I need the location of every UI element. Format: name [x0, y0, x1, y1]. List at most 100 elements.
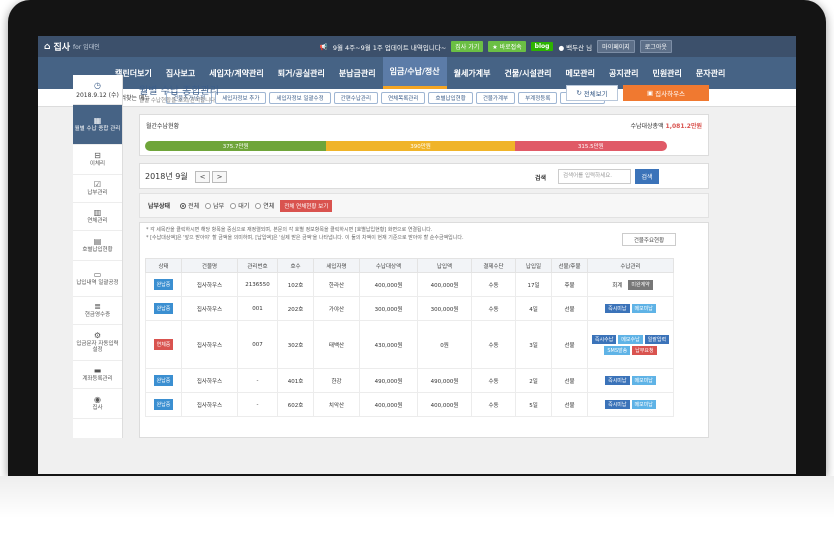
overdue-status-button[interactable]: 전체 연체현황 보기: [280, 199, 333, 212]
row-action-button[interactable]: SMS발송: [604, 345, 631, 355]
side-menu-item[interactable]: ◉ 집사: [73, 389, 122, 419]
status-badge: 완납중: [153, 303, 174, 314]
column-header[interactable]: 선불/후불: [551, 258, 588, 273]
mypage-button[interactable]: 마이페이지: [597, 40, 635, 53]
side-menu-item[interactable]: ▥ 연체관리: [73, 203, 122, 231]
cell-paid: 300,000원: [417, 296, 472, 321]
row-action-button[interactable]: 메모미납: [631, 400, 656, 409]
cell-room: 302호: [277, 320, 314, 369]
column-header[interactable]: 결제수단: [471, 258, 516, 273]
side-menu-item[interactable]: ☑ 납부관리: [73, 175, 122, 203]
clock-icon: ◷: [94, 80, 101, 90]
table-row[interactable]: 완납중 집사하우스 -602호 치악산 400,000원 400,000원 수동 5일 선불 즉시…: [145, 392, 674, 417]
row-action-button[interactable]: 회계: [608, 280, 626, 290]
row-action-button[interactable]: 메모미납: [631, 304, 656, 313]
row-action-button[interactable]: 납부요청: [632, 345, 657, 355]
side-menu-item[interactable]: ▦ 월별 수납 종합 관리: [73, 105, 122, 145]
favorite-link-button[interactable]: ★ 바로접속: [488, 41, 526, 52]
cell-tenant: 가야산: [313, 296, 360, 321]
side-date: ◷ 2018.9.12 (수): [73, 75, 122, 105]
summary-total-label: 수납대상총액: [630, 123, 664, 130]
update-notice[interactable]: 9월 4주~9월 1주 업데이트 내역입니다~: [333, 42, 446, 52]
filter-label: 납부상태: [148, 203, 171, 210]
side-menu-item[interactable]: ⊟ 이체리: [73, 145, 122, 175]
period-panel: 2018년 9월 < > 검색 검색어를 입력하세요. 검색: [139, 163, 709, 189]
column-header[interactable]: 납입액: [417, 258, 472, 273]
cell-tenant: 한라산: [313, 272, 360, 297]
next-month-button[interactable]: >: [212, 171, 227, 183]
row-action-button[interactable]: 메모미납: [631, 376, 656, 385]
bar-chart-icon: ▤: [93, 237, 102, 247]
row-action-button[interactable]: 즉시미납: [605, 376, 630, 385]
top-bar: ⌂ 집사 for 임대인 📢 9월 4주~9월 1주 업데이트 내역입니다~ 집…: [38, 36, 796, 57]
column-header[interactable]: 상태: [145, 258, 182, 273]
main-content: 월별 수납 종합관리 월별 수납현황을 조회/관리합니다 ↻ 전체보기 ▣ 집사…: [131, 80, 750, 438]
today-date: 2018.9.12 (수): [76, 91, 119, 99]
house-select-button[interactable]: ▣ 집사하우스: [623, 85, 709, 101]
logout-button[interactable]: 로그아웃: [639, 40, 672, 53]
radio-label: 연체: [263, 203, 275, 210]
house-select-label: 집사하우스: [655, 90, 686, 98]
side-menu-label: 연체관리: [87, 218, 108, 224]
column-header[interactable]: 관리번호: [237, 258, 278, 273]
summary-total: 수납대상총액 1,081.2만원: [630, 121, 702, 130]
actions-group: 즉시수납 메모수납 일괄입력 SMS발송 납부요청: [588, 334, 673, 355]
notes: * 각 세목칸을 클릭하시면 해당 항목을 중심으로 재정렬되며, 본문의 각 …: [146, 227, 586, 242]
radio-dot-icon: [180, 202, 187, 209]
status-radio[interactable]: 대기: [230, 201, 249, 210]
row-action-button[interactable]: 미완계약: [628, 279, 653, 290]
row-action-button[interactable]: 즉시수납: [591, 334, 617, 344]
app-logo[interactable]: ⌂ 집사 for 임대인: [44, 40, 100, 54]
cell-target: 400,000원: [359, 392, 418, 417]
side-menu-label: 입금문자 자동입력 설정: [76, 340, 119, 354]
side-menu-label: 월별 수납 종합 관리: [74, 126, 121, 132]
title-row: 월별 수납 종합관리 월별 수납현황을 조회/관리합니다 ↻ 전체보기 ▣ 집사…: [131, 80, 750, 110]
row-action-button[interactable]: 즉시미납: [605, 304, 630, 313]
column-header[interactable]: 수납관리: [587, 258, 674, 273]
side-menu-item[interactable]: ⚙ 입금문자 자동입력 설정: [73, 325, 122, 361]
status-badge: 연체중: [153, 339, 174, 350]
search-input[interactable]: 검색어를 입력하세요.: [558, 169, 631, 184]
row-action-button[interactable]: 즉시미납: [605, 400, 630, 409]
side-menu-item[interactable]: ▤ 호별납입현황: [73, 231, 122, 261]
cell-building: 집사하우스: [181, 272, 238, 297]
prev-month-button[interactable]: <: [195, 171, 210, 183]
cell-mgmt-no: -: [237, 392, 278, 417]
side-menu-item[interactable]: ≣ 현금영수증: [73, 297, 122, 325]
actions-cell: 즉시수납 메모수납 일괄입력 SMS발송 납부요청: [587, 320, 674, 369]
cell-target: 300,000원: [359, 296, 418, 321]
logo-for: for 임대인: [73, 44, 100, 51]
building-status-button[interactable]: 건물주요현황: [622, 233, 676, 246]
column-header[interactable]: 건물명: [181, 258, 238, 273]
status-radio[interactable]: 납부: [205, 201, 224, 210]
column-header[interactable]: 수납대상액: [359, 258, 418, 273]
card-icon: ▬: [93, 366, 102, 376]
table-row[interactable]: 완납중 집사하우스 001 202호 가야산 300,000원 300,000원 수동 4일 선불…: [145, 296, 674, 321]
column-header[interactable]: 납입일: [515, 258, 552, 273]
radio-label: 전체: [188, 203, 200, 210]
status-radio[interactable]: 연체: [255, 201, 274, 210]
cell-mgmt-no: -: [237, 368, 278, 393]
chart-icon: ▥: [93, 208, 102, 218]
view-all-button[interactable]: ↻ 전체보기: [566, 85, 618, 101]
status-radio[interactable]: 전체: [180, 201, 199, 210]
search-button[interactable]: 검색: [635, 169, 659, 184]
side-menu-item[interactable]: ▭ 납입내역 일괄공정: [73, 261, 122, 297]
status-cell: 완납중: [145, 368, 182, 393]
column-header[interactable]: 세입자명: [313, 258, 360, 273]
row-action-button[interactable]: 메모수납: [618, 334, 643, 344]
guide-button[interactable]: 집사 가기: [451, 41, 484, 52]
table-row[interactable]: 완납중 집사하우스 2136550 102호 한라산 400,000원 400,000원 수동…: [145, 272, 674, 297]
side-menu-item[interactable]: ▬ 계좌등록관리: [73, 361, 122, 389]
table-row[interactable]: 연체중 집사하우스 007 302호 태백산 430,000원 0원 수동 3일 선불 즉시수납 메모…: [145, 320, 674, 369]
table-header: 상태 건물명 관리번호 호수 세입자명 수납대상액 납입액 결제수단 납입일 선불/후불 수납관리: [145, 258, 674, 273]
status-badge: 완납중: [153, 279, 174, 290]
table-row[interactable]: 완납중 집사하우스 -401호 한강 490,000원 490,000원 수동 2일 선불 즉시미…: [145, 368, 674, 393]
blog-button[interactable]: blog: [530, 42, 554, 51]
side-menu-label: 집사: [92, 405, 103, 411]
cell-target: 490,000원: [359, 368, 418, 393]
row-action-button[interactable]: 일괄입력: [644, 334, 670, 344]
gear-icon: ⚙: [93, 331, 102, 341]
actions-cell: 회계 미완계약: [587, 272, 674, 297]
column-header[interactable]: 호수: [277, 258, 314, 273]
